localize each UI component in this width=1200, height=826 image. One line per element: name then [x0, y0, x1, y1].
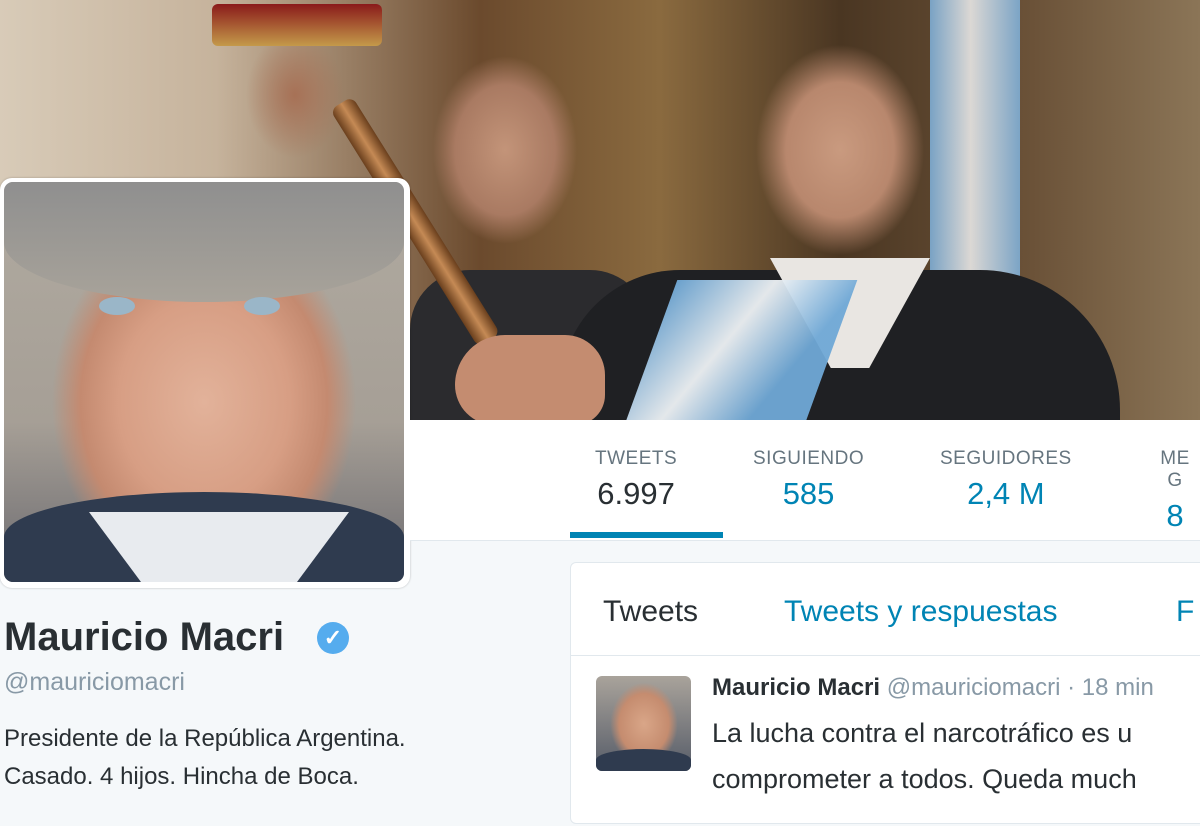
- stat-value: 585: [782, 476, 835, 511]
- tweet-text: La lucha contra el narcotráfico es u com…: [712, 710, 1137, 802]
- profile-handle: @mauriciomacri: [4, 668, 185, 696]
- tweet-header: Mauricio Macri @mauriciomacri · 18 min: [712, 674, 1154, 702]
- tweet-separator: ·: [1067, 674, 1076, 701]
- tweet-author-handle[interactable]: @mauriciomacri: [887, 674, 1061, 701]
- profile-name: Mauricio Macri: [4, 615, 285, 659]
- stat-following[interactable]: SIGUIENDO 585: [753, 448, 864, 512]
- bio-line: Casado. 4 hijos. Hincha de Boca.: [4, 763, 359, 790]
- eye-shape: [244, 297, 280, 315]
- sweater-shape: [596, 749, 691, 771]
- tweet-timestamp[interactable]: 18 min: [1082, 674, 1154, 701]
- stat-label: ME G: [1160, 448, 1190, 491]
- hand-shape: [455, 335, 605, 420]
- tweet[interactable]: Mauricio Macri @mauriciomacri · 18 min L…: [571, 656, 1200, 826]
- stat-tweets[interactable]: TWEETS 6.997: [595, 448, 677, 512]
- stat-value: 6.997: [597, 476, 675, 511]
- avatar-image: [4, 182, 404, 582]
- active-stat-underline: [570, 532, 723, 538]
- stat-label: SIGUIENDO: [753, 448, 865, 469]
- stat-label: SEGUIDORES: [940, 448, 1072, 469]
- tab-tweets-and-replies[interactable]: Tweets y respuestas: [784, 595, 1057, 629]
- stat-value: 8: [1166, 498, 1184, 533]
- verified-badge-icon: ✓: [317, 622, 349, 654]
- tweet-author-name[interactable]: Mauricio Macri: [712, 674, 880, 701]
- stat-value: 2,4 M: [967, 476, 1045, 511]
- tweet-text-line: comprometer a todos. Queda much: [712, 764, 1137, 794]
- guard-cap-shape: [212, 4, 382, 46]
- stat-likes[interactable]: ME G 8: [1150, 448, 1200, 534]
- profile-stats-bar: TWEETS 6.997 SIGUIENDO 585 SEGUIDORES 2,…: [410, 420, 1200, 541]
- tweet-avatar[interactable]: [596, 676, 691, 771]
- tweet-text-line: La lucha contra el narcotráfico es u: [712, 718, 1133, 748]
- tab-media[interactable]: F: [1176, 595, 1194, 629]
- timeline-tabs: Tweets Tweets y respuestas F: [571, 563, 1200, 656]
- stat-label: TWEETS: [595, 448, 678, 469]
- timeline-card: Tweets Tweets y respuestas F Mauricio Ma…: [570, 562, 1200, 824]
- hair-shape: [4, 182, 404, 302]
- eye-shape: [99, 297, 135, 315]
- profile-bio: Presidente de la República Argentina. Ca…: [4, 720, 406, 796]
- stat-followers[interactable]: SEGUIDORES 2,4 M: [940, 448, 1072, 512]
- bio-line: Presidente de la República Argentina.: [4, 725, 406, 752]
- profile-avatar[interactable]: [0, 178, 410, 588]
- tab-tweets[interactable]: Tweets: [603, 595, 698, 629]
